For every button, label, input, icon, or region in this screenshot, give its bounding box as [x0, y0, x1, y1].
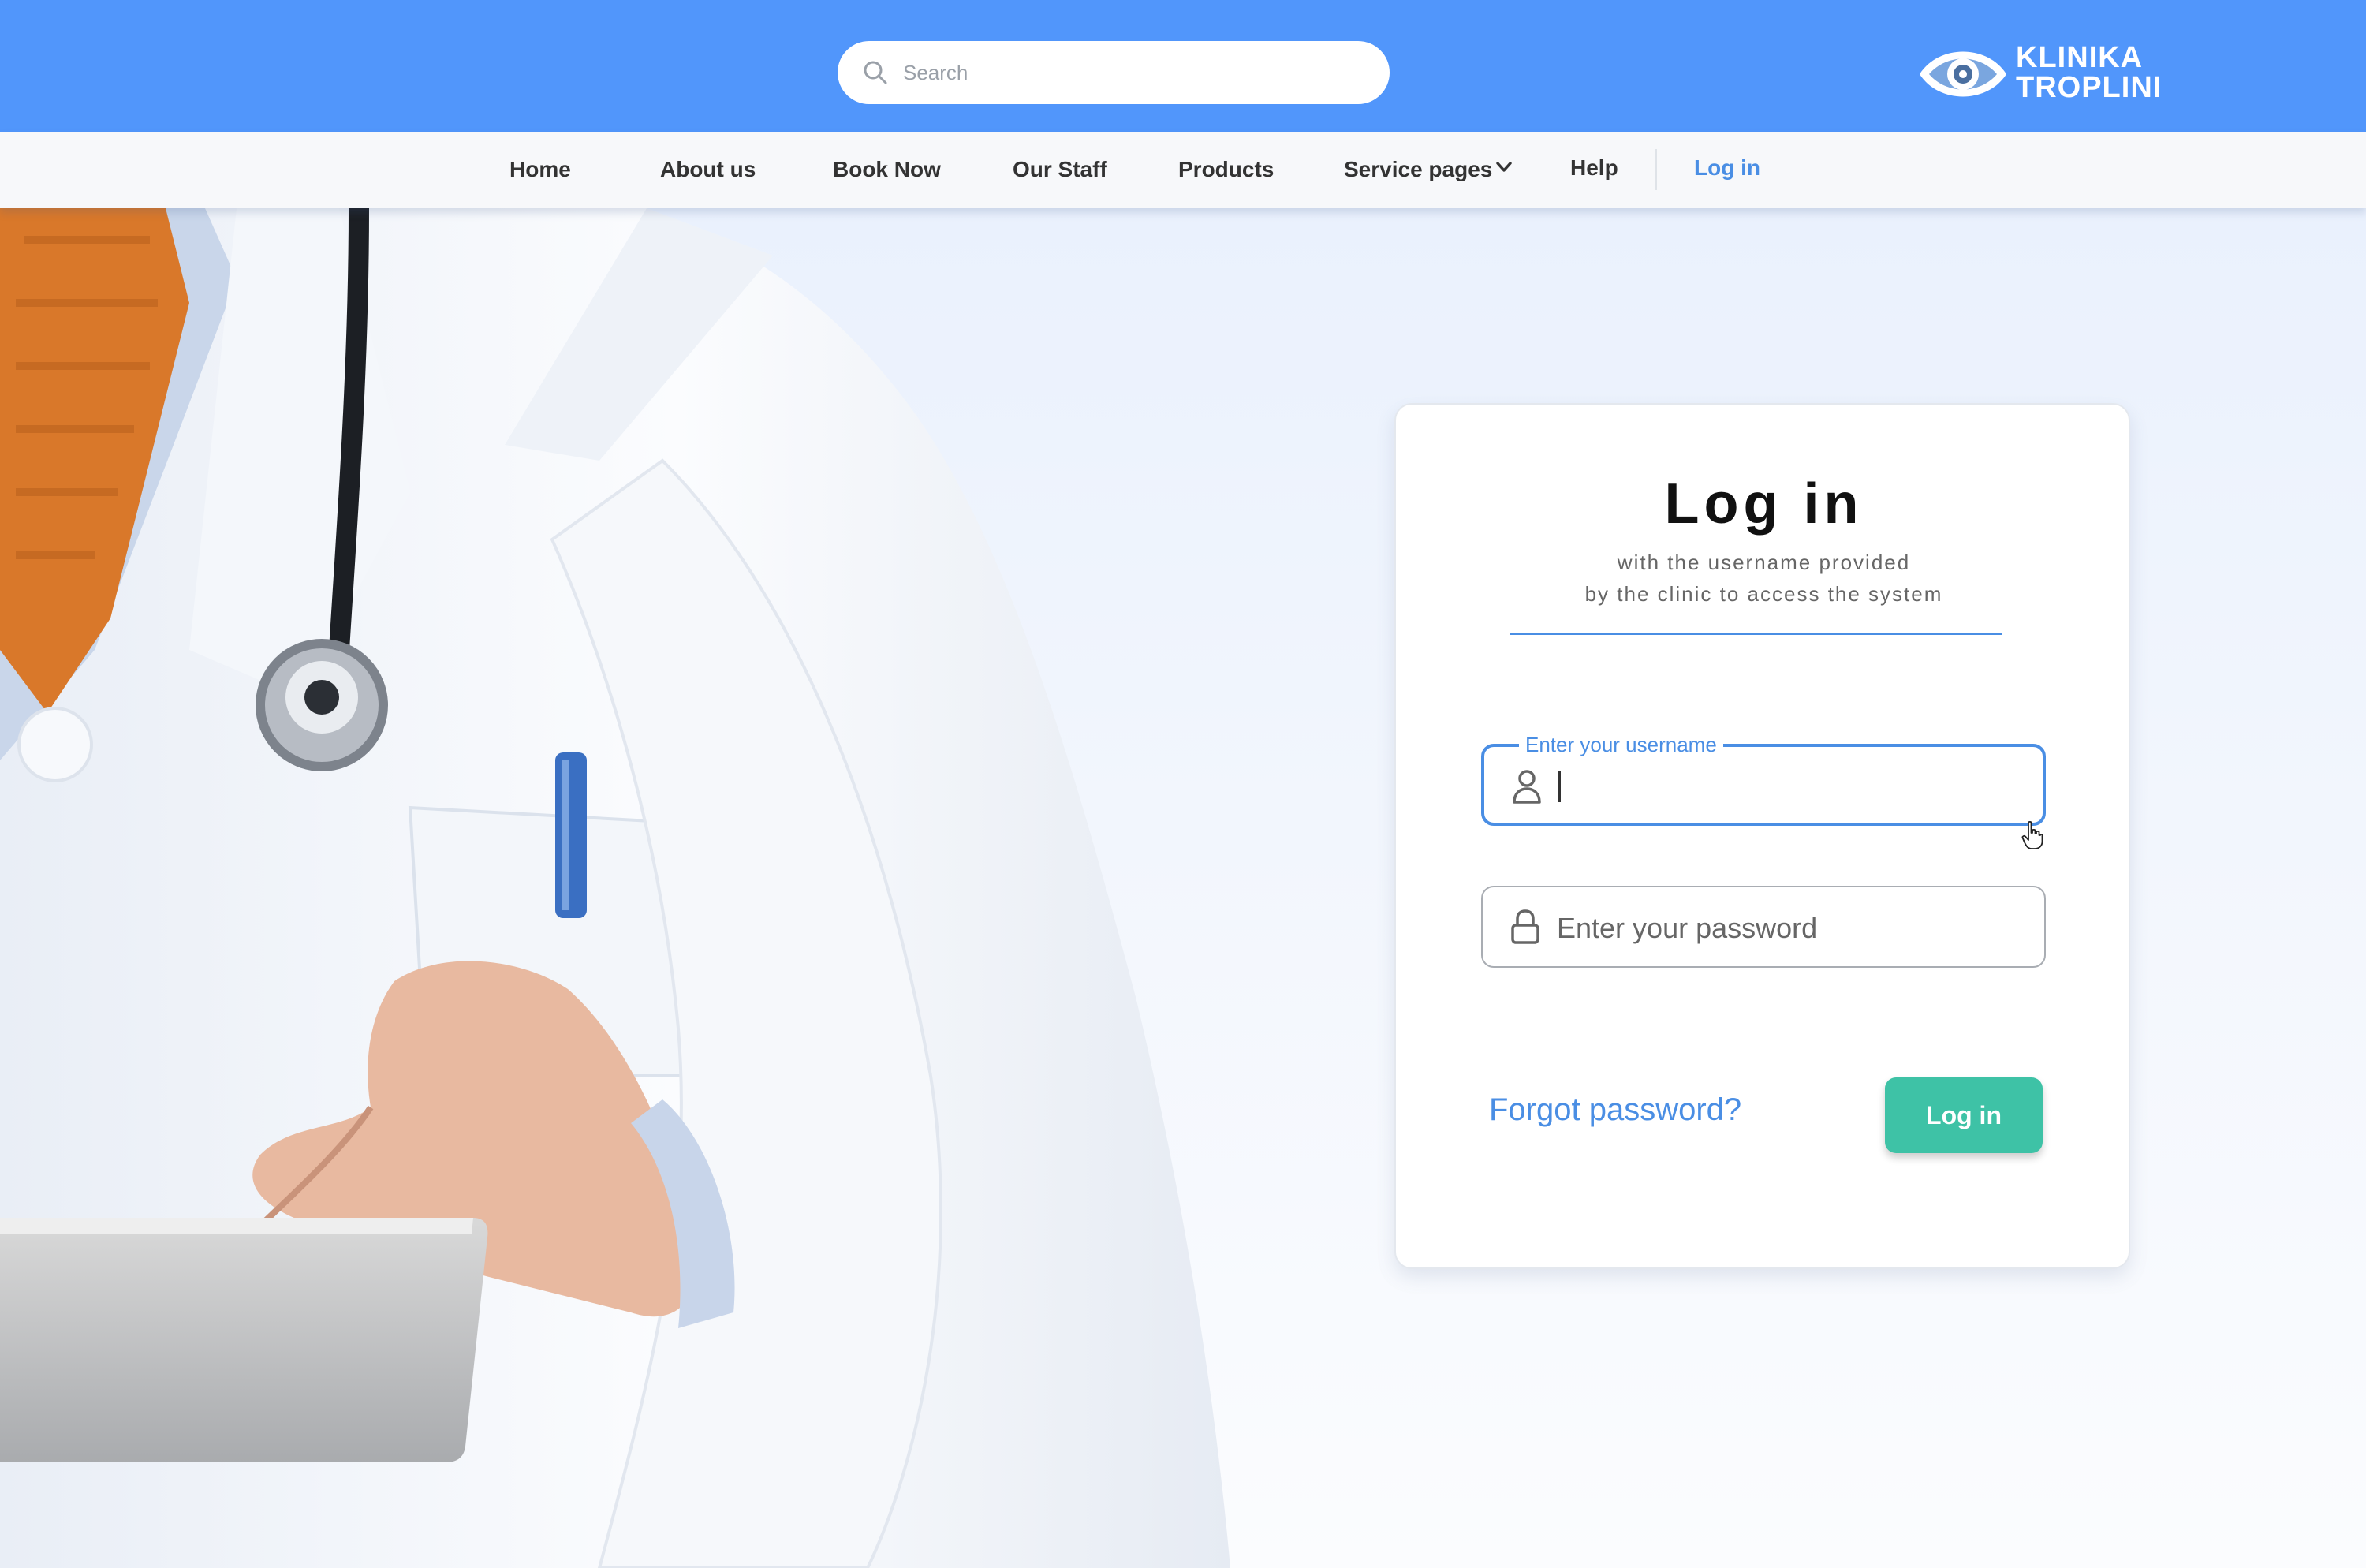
login-title: Log in [1664, 472, 1864, 536]
nav-home[interactable]: Home [509, 154, 571, 185]
username-label: Enter your username [1519, 731, 1723, 758]
username-field[interactable]: Enter your username [1481, 731, 2046, 826]
title-divider [1510, 633, 2002, 635]
doctor-photo [0, 208, 1230, 1568]
nav-service-pages[interactable]: Service pages [1344, 154, 1492, 185]
nav-help[interactable]: Help [1570, 152, 1618, 184]
clinic-logo[interactable]: KLINIKA TROPLINI [1915, 36, 2183, 112]
login-button[interactable]: Log in [1885, 1077, 2043, 1153]
header-bar: Search KLINIKA TROPLINI [0, 0, 2366, 132]
logo-wordmark: KLINIKA TROPLINI [2016, 43, 2162, 103]
search-icon [864, 61, 887, 84]
password-field[interactable]: Enter your password [1481, 886, 2046, 968]
login-card: Log in with the username provided by the… [1394, 403, 2130, 1269]
eye-logo-icon [1920, 51, 2006, 97]
text-caret [1558, 771, 1561, 802]
lock-icon [1511, 909, 1539, 944]
nav-our-staff[interactable]: Our Staff [1013, 154, 1107, 185]
nav-divider [1655, 149, 1657, 190]
login-subtitle-line-1: with the username provided [1617, 551, 1911, 574]
search-input[interactable]: Search [838, 41, 1390, 104]
logo-line-1: KLINIKA [2016, 41, 2144, 74]
login-subtitle-line-2: by the clinic to access the system [1584, 582, 1943, 606]
nav-book-now[interactable]: Book Now [833, 154, 941, 185]
user-icon [1513, 770, 1541, 804]
password-placeholder: Enter your password [1557, 912, 1818, 944]
forgot-password-link[interactable]: Forgot password? [1489, 1090, 1741, 1129]
main-nav: Home About us Book Now Our Staff Product… [0, 132, 2366, 208]
nav-products[interactable]: Products [1178, 154, 1274, 185]
nav-about-us[interactable]: About us [660, 154, 756, 185]
hand-cursor-icon [2021, 820, 2043, 849]
nav-log-in[interactable]: Log in [1694, 152, 1760, 184]
logo-line-2: TROPLINI [2016, 71, 2163, 104]
search-placeholder: Search [903, 61, 968, 84]
chevron-down-icon[interactable] [1495, 161, 1513, 174]
